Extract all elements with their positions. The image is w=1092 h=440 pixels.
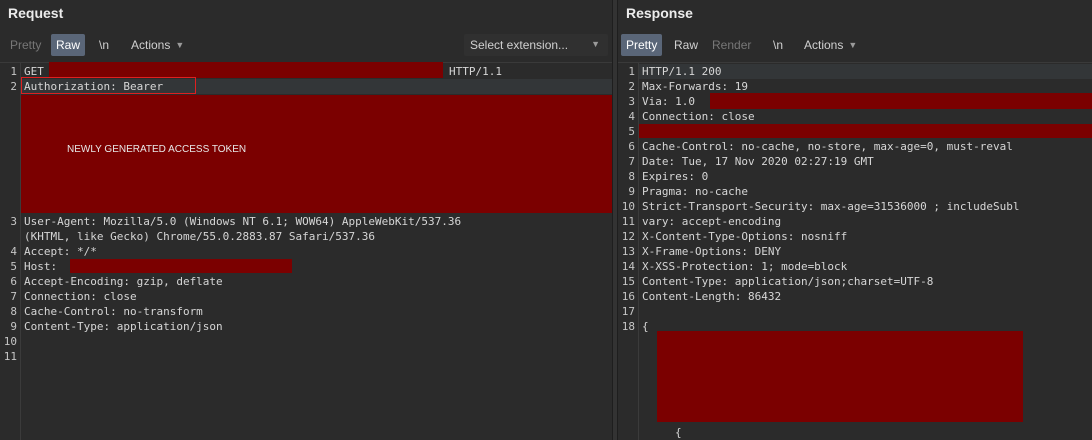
line-number: 11 — [3, 350, 17, 363]
request-pane: Request Pretty Raw \n Actions ▼ Select ex… — [0, 0, 612, 440]
response-tab-newline[interactable]: \n — [768, 34, 788, 56]
chevron-down-icon: ▼ — [175, 40, 185, 50]
host-header: Host: — [24, 260, 58, 273]
max-forwards-header: Max-Forwards: 19 — [642, 80, 748, 93]
strict-transport-security-header: Strict-Transport-Security: max-age=31536… — [642, 200, 1020, 213]
line-number: 18 — [621, 320, 635, 333]
status-line: HTTP/1.1 200 — [642, 65, 722, 78]
request-line-gutter: 1 2 3 4 5 6 7 8 9 10 11 — [0, 63, 21, 440]
line-number: 3 — [628, 95, 635, 108]
user-agent-header: User-Agent: Mozilla/5.0 (Windows NT 6.1;… — [24, 215, 462, 228]
request-tab-newline[interactable]: \n — [94, 34, 114, 56]
content-length-header: Content-Length: 86432 — [642, 290, 782, 303]
chevron-down-icon: ▼ — [848, 40, 858, 50]
expires-header: Expires: 0 — [642, 170, 709, 183]
response-actions-menu[interactable]: Actions ▼ — [799, 34, 862, 56]
line-number: 8 — [628, 170, 635, 183]
line-number: 4 — [628, 110, 635, 123]
line-number: 7 — [628, 155, 635, 168]
request-tab-pretty[interactable]: Pretty — [5, 34, 46, 56]
select-extension-dropdown[interactable]: Select extension... ▼ — [464, 34, 608, 56]
select-extension-label: Select extension... — [470, 38, 569, 52]
request-actions-menu[interactable]: Actions ▼ — [126, 34, 189, 56]
redacted-json-body — [657, 331, 1023, 422]
line-number: 5 — [628, 125, 635, 138]
response-pane: Response Pretty Raw Render \n Actions ▼ 1… — [618, 0, 1092, 440]
x-xss-protection-header: X-XSS-Protection: 1; mode=block — [642, 260, 848, 273]
line-number: 9 — [628, 185, 635, 198]
line-number: 1 — [628, 65, 635, 78]
vary-header: vary: accept-encoding — [642, 215, 782, 228]
redacted-header-line — [639, 124, 1092, 138]
response-tab-pretty[interactable]: Pretty — [621, 34, 663, 56]
request-http-version: HTTP/1.1 — [449, 65, 502, 78]
line-number: 10 — [621, 200, 635, 213]
line-number: 14 — [621, 260, 635, 273]
connection-header: Connection: close — [642, 110, 755, 123]
x-frame-options-header: X-Frame-Options: DENY — [642, 245, 782, 258]
line-number: 12 — [621, 230, 635, 243]
cache-control-header: Cache-Control: no-cache, no-store, max-a… — [642, 140, 1013, 153]
request-actions-label: Actions — [131, 38, 171, 52]
x-content-type-options-header: X-Content-Type-Options: nosniff — [642, 230, 848, 243]
response-actions-label: Actions — [804, 38, 844, 52]
response-editor[interactable]: 1 2 3 4 5 6 7 8 9 10 11 12 13 14 15 16 1… — [618, 62, 1092, 440]
content-type-header: Content-Type: application/json — [24, 320, 223, 333]
line-number: 10 — [3, 335, 17, 348]
request-tab-raw[interactable]: Raw — [51, 34, 86, 56]
line-number: 17 — [621, 305, 635, 318]
response-tab-render[interactable]: Render — [707, 34, 756, 56]
access-token-annotation: NEWLY GENERATED ACCESS TOKEN — [67, 144, 247, 155]
accept-header: Accept: */* — [24, 245, 97, 258]
content-type-header: Content-Type: application/json;charset=U… — [642, 275, 934, 288]
request-editor[interactable]: 1 2 3 4 5 6 7 8 9 10 11 GET HTTP/1.1 Aut… — [0, 62, 612, 440]
line-number: 11 — [621, 215, 635, 228]
response-line-gutter: 1 2 3 4 5 6 7 8 9 10 11 12 13 14 15 16 1… — [618, 63, 639, 440]
via-header: Via: 1.0 — [642, 95, 695, 108]
redacted-via-value — [710, 93, 1092, 109]
line-number: 4 — [10, 245, 17, 258]
json-nested-brace: { — [675, 426, 682, 439]
line-number: 3 — [10, 215, 17, 228]
redacted-url — [49, 62, 443, 78]
authorization-highlight-box — [21, 77, 196, 94]
line-number: 8 — [10, 305, 17, 318]
redacted-host — [70, 259, 292, 273]
line-number: 13 — [621, 245, 635, 258]
line-number: 5 — [10, 260, 17, 273]
line-number: 1 — [10, 65, 17, 78]
date-header: Date: Tue, 17 Nov 2020 02:27:19 GMT — [642, 155, 874, 168]
response-toolbar: Pretty Raw Render \n Actions ▼ — [618, 34, 1092, 56]
line-number: 7 — [10, 290, 17, 303]
request-title: Request — [8, 5, 64, 21]
connection-header: Connection: close — [24, 290, 137, 303]
request-toolbar: Pretty Raw \n Actions ▼ Select extension.… — [0, 34, 612, 56]
response-title: Response — [626, 5, 693, 21]
cache-control-header: Cache-Control: no-transform — [24, 305, 203, 318]
line-number: 6 — [10, 275, 17, 288]
user-agent-header-continued: (KHTML, like Gecko) Chrome/55.0.2883.87 … — [24, 230, 375, 243]
response-tab-raw[interactable]: Raw — [669, 34, 703, 56]
line-number: 16 — [621, 290, 635, 303]
line-number: 2 — [628, 80, 635, 93]
line-number: 15 — [621, 275, 635, 288]
accept-encoding-header: Accept-Encoding: gzip, deflate — [24, 275, 223, 288]
line-number: 2 — [10, 80, 17, 93]
chevron-down-icon: ▼ — [591, 39, 600, 49]
line-number: 6 — [628, 140, 635, 153]
pragma-header: Pragma: no-cache — [642, 185, 748, 198]
json-open-brace: { — [642, 320, 649, 333]
line-number: 9 — [10, 320, 17, 333]
